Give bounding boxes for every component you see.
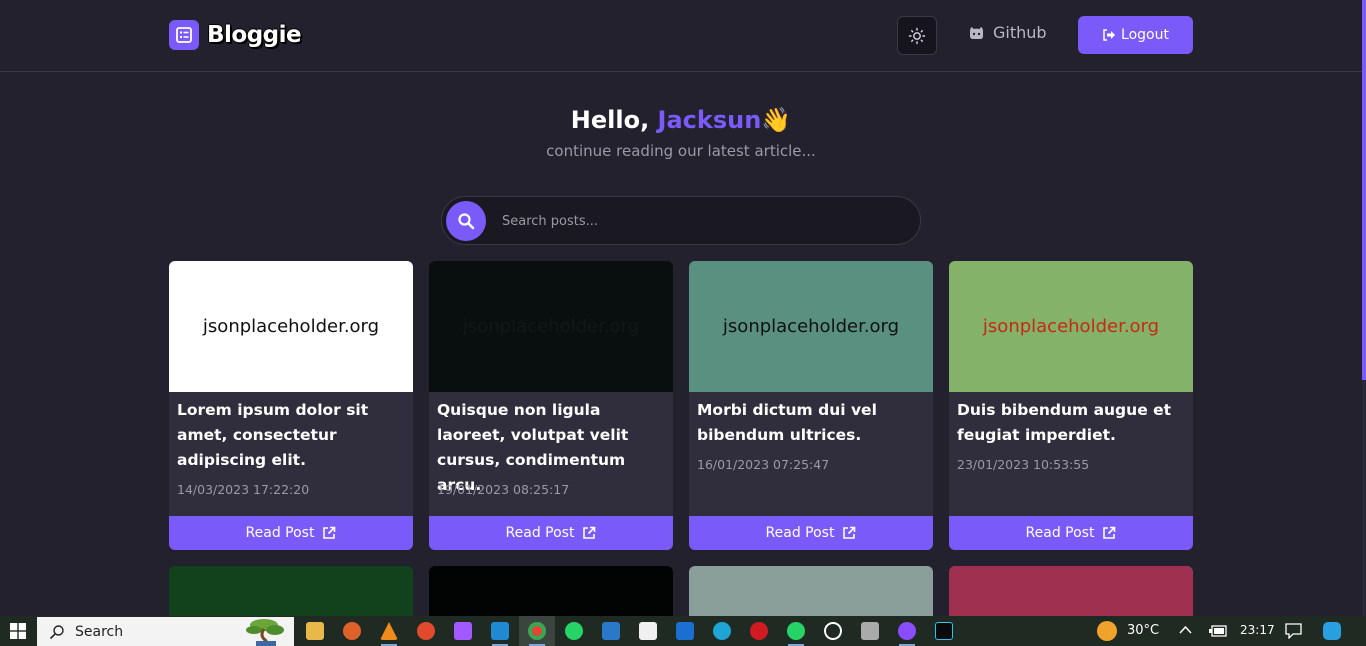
post-date: 14/03/2023 17:22:20 — [177, 482, 310, 497]
notifications-icon[interactable] — [1285, 623, 1302, 639]
greeting-heading: Hello, Jacksun👋 — [0, 106, 1362, 134]
start-button[interactable] — [0, 616, 36, 646]
thumbnail-text: jsonplaceholder.org — [722, 316, 900, 337]
post-thumbnail[interactable]: jsonplaceholder.org — [169, 261, 413, 392]
post-title: Morbi dictum dui vel bibendum ultrices. — [697, 401, 877, 444]
read-post-button[interactable]: Read Post — [689, 516, 933, 550]
scrollbar-thumb[interactable] — [1362, 0, 1366, 380]
bloggie-app-icon[interactable] — [935, 622, 953, 640]
settings-gear-icon[interactable] — [824, 622, 842, 640]
microsoft-store-icon[interactable] — [639, 622, 657, 640]
figma-icon[interactable] — [454, 622, 472, 640]
read-post-button[interactable]: Read Post — [949, 516, 1193, 550]
taskbar-search-box[interactable]: Search — [37, 617, 294, 646]
post-card: jsonplaceholder.org Duis bibendum augue … — [949, 261, 1193, 550]
post-card: jsonplaceholder.org Quisque non ligula l… — [429, 261, 673, 550]
sun-icon — [908, 27, 926, 44]
external-link-icon — [583, 526, 596, 539]
page-scrollbar[interactable] — [1362, 0, 1366, 616]
file-explorer-icon[interactable] — [306, 622, 324, 640]
search-icon — [458, 213, 475, 230]
top-navbar: Bloggie Github Logout — [0, 0, 1362, 72]
post-thumbnail[interactable]: jsonplaceholder.org — [429, 261, 673, 392]
post-title: Lorem ipsum dolor sit amet, consectetur … — [177, 401, 369, 469]
post-thumbnail[interactable]: jsonplaceholder.org — [689, 261, 933, 392]
search-bar — [441, 196, 921, 245]
post-date: 19/01/2023 08:25:17 — [437, 482, 570, 497]
calendar-app-icon[interactable] — [676, 622, 694, 640]
bonsai-tree-icon — [242, 617, 290, 646]
read-post-label: Read Post — [1025, 525, 1095, 541]
mail-icon[interactable] — [602, 622, 620, 640]
search-input[interactable] — [502, 209, 902, 233]
firefox-icon[interactable] — [343, 622, 361, 640]
windows-taskbar: Search 30°C 23:17 — [0, 616, 1366, 646]
wave-emoji: 👋 — [761, 106, 792, 134]
weather-icon[interactable] — [1097, 621, 1117, 641]
read-post-label: Read Post — [765, 525, 835, 541]
search-button[interactable] — [446, 201, 486, 241]
windows-icon — [10, 623, 26, 639]
messenger-icon[interactable] — [898, 622, 916, 640]
post-card: jsonplaceholder.org Morbi dictum dui vel… — [689, 261, 933, 550]
thumbnail-text: jsonplaceholder.org — [202, 316, 380, 337]
post-thumbnail[interactable]: jsonplaceholder.org — [949, 261, 1193, 392]
vlc-icon[interactable] — [380, 622, 398, 640]
read-post-label: Read Post — [505, 525, 575, 541]
vscode-icon[interactable] — [491, 622, 509, 640]
greeting-username: Jacksun — [657, 106, 762, 134]
whatsapp-icon[interactable] — [565, 622, 583, 640]
search-icon — [49, 624, 64, 639]
logout-button[interactable]: Logout — [1078, 16, 1193, 54]
external-link-icon — [843, 526, 856, 539]
logout-icon — [1103, 29, 1116, 41]
wps-office-icon[interactable] — [417, 622, 435, 640]
copilot-icon[interactable] — [1323, 622, 1341, 640]
greeting-hello: Hello, — [570, 106, 658, 134]
theme-toggle-button[interactable] — [897, 16, 937, 55]
read-post-button[interactable]: Read Post — [169, 516, 413, 550]
github-link[interactable]: Github — [968, 23, 1047, 42]
external-link-icon — [323, 526, 336, 539]
whatsapp-icon[interactable] — [787, 622, 805, 640]
post-card: jsonplaceholder.org Lorem ipsum dolor si… — [169, 261, 413, 550]
github-label: Github — [993, 23, 1047, 42]
battery-icon[interactable] — [1209, 625, 1227, 637]
logo-icon — [169, 20, 199, 50]
external-link-icon — [1103, 526, 1116, 539]
brand-logo[interactable]: Bloggie — [169, 20, 302, 50]
chevron-up-icon[interactable] — [1179, 625, 1192, 635]
chrome-icon[interactable] — [528, 622, 546, 640]
weather-temperature[interactable]: 30°C — [1127, 623, 1159, 638]
read-post-button[interactable]: Read Post — [429, 516, 673, 550]
brand-name: Bloggie — [207, 22, 302, 48]
post-date: 23/01/2023 10:53:55 — [957, 457, 1090, 472]
read-post-label: Read Post — [245, 525, 315, 541]
logout-label: Logout — [1121, 27, 1169, 43]
edge-icon[interactable] — [713, 622, 731, 640]
post-title: Duis bibendum augue et feugiat imperdiet… — [957, 401, 1172, 444]
opera-icon[interactable] — [750, 622, 768, 640]
github-icon — [970, 26, 983, 39]
greeting-subtitle: continue reading our latest article... — [546, 142, 816, 160]
taskbar-search-label: Search — [75, 623, 124, 640]
thumbnail-text: jsonplaceholder.org — [982, 316, 1160, 337]
post-date: 16/01/2023 07:25:47 — [697, 457, 830, 472]
thumbnail-text: jsonplaceholder.org — [462, 316, 640, 337]
clock-time[interactable]: 23:17 — [1240, 623, 1275, 637]
photos-app-icon[interactable] — [861, 622, 879, 640]
